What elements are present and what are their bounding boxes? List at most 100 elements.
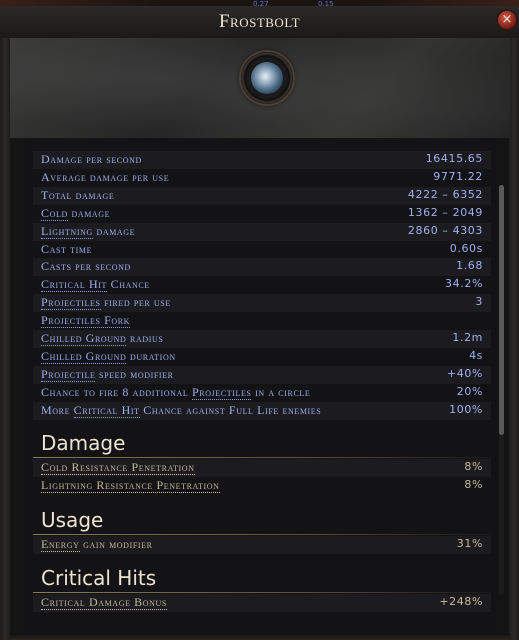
stat-label: Total damage xyxy=(41,188,114,203)
stat-label-text: Damage per second xyxy=(41,152,142,166)
stat-label-text: damage xyxy=(67,205,111,220)
keyword-link[interactable]: Chilled Ground xyxy=(41,348,127,364)
scrollbar[interactable] xyxy=(499,185,504,595)
stat-row: Casts per second 1.68 xyxy=(33,258,491,277)
stat-value: 1.2m xyxy=(452,331,483,344)
close-button[interactable]: × xyxy=(496,9,518,31)
keyword-link[interactable]: Lightning xyxy=(41,223,93,239)
stat-label-text: Chance to fire 8 additional xyxy=(41,384,192,399)
stat-label-text: Casts per second xyxy=(41,259,131,274)
stat-label: Lightning Resistance Penetration xyxy=(41,478,220,493)
keyword-link[interactable]: Projectiles Fork xyxy=(41,313,131,329)
stat-label-text: Cast time xyxy=(41,241,93,256)
stat-value: 8% xyxy=(464,460,483,473)
stat-row: Projectiles Fork xyxy=(33,312,491,330)
stat-label: Chance to fire 8 additional Projectiles … xyxy=(41,384,311,400)
stat-label-text: in a circle xyxy=(251,384,311,399)
stat-row: Damage per second 16415.65 xyxy=(33,151,491,169)
stat-value: +40% xyxy=(446,366,483,380)
stat-value: 4s xyxy=(469,348,483,362)
keyword-link[interactable]: Critical Hit xyxy=(73,402,140,418)
section-heading: Critical Hits xyxy=(41,566,157,590)
modifier-row: Cold Resistance Penetration 8% xyxy=(33,459,491,477)
stat-label-text: speed modifier xyxy=(95,366,174,381)
keyword-link[interactable]: Projectile xyxy=(41,366,96,382)
stat-label-text: damage xyxy=(92,223,136,238)
stat-label: Lightning damage xyxy=(41,223,136,239)
stat-label: Energy gain modifier xyxy=(41,537,153,552)
frostbolt-icon xyxy=(251,62,283,94)
frame-left xyxy=(0,38,10,640)
stat-label-text: Chance xyxy=(106,277,150,292)
keyword-link[interactable]: Critical Damage Bonus xyxy=(41,595,167,610)
stat-value: 2860 – 4303 xyxy=(407,223,483,237)
stat-row: Cast time 0.60s xyxy=(33,241,491,259)
stat-row: Projectile speed modifier +40% xyxy=(33,365,491,384)
keyword-link[interactable]: Lightning Resistance Penetration xyxy=(41,478,220,493)
stat-row: Cold damage 1362 – 2049 xyxy=(33,205,491,223)
modifier-row: Lightning Resistance Penetration 8% xyxy=(33,477,491,495)
skill-icon-frame xyxy=(241,52,293,104)
stat-label-text: duration xyxy=(126,348,176,363)
stat-label: Projectiles fired per use xyxy=(41,295,171,311)
stat-label-text: Total damage xyxy=(41,187,115,202)
stat-value: 4222 – 6352 xyxy=(407,187,483,201)
stat-row: Chance to fire 8 additional Projectiles … xyxy=(33,384,491,402)
stat-value: 100% xyxy=(449,402,483,416)
stat-value: 3 xyxy=(475,295,483,309)
stat-label: Cast time xyxy=(41,242,92,257)
skill-title: Frostbolt xyxy=(218,11,301,32)
stat-row: Lightning damage 2860 – 4303 xyxy=(33,222,491,241)
stat-label: Casts per second xyxy=(41,259,131,274)
stat-value: +248% xyxy=(439,595,483,608)
section-divider xyxy=(33,457,491,458)
stat-row: Total damage 4222 – 6352 xyxy=(33,186,491,205)
section-divider xyxy=(33,592,491,593)
stat-value: 8% xyxy=(464,478,483,491)
section-divider xyxy=(33,534,491,535)
stat-label: Projectiles Fork xyxy=(41,313,131,329)
section-heading: Usage xyxy=(41,508,104,532)
keyword-link[interactable]: Chilled Ground xyxy=(41,331,127,346)
keyword-link[interactable]: Energy xyxy=(41,537,80,552)
stat-label: Chilled Ground duration xyxy=(41,348,176,364)
stat-label: Cold damage xyxy=(41,205,111,221)
stat-label-text: gain modifier xyxy=(79,537,153,551)
stat-value: 9771.22 xyxy=(433,169,483,183)
stat-label: Cold Resistance Penetration xyxy=(41,460,195,475)
keyword-link[interactable]: Projectiles xyxy=(41,295,101,311)
stat-label: Damage per second xyxy=(41,152,142,167)
stat-label-text: fired per use xyxy=(100,295,171,310)
scrollbar-thumb[interactable] xyxy=(499,185,504,435)
keyword-link[interactable]: Critical Hit xyxy=(41,277,107,293)
frame-right xyxy=(509,38,519,640)
stat-row: Chilled Ground duration 4s xyxy=(33,348,491,366)
modifier-row: Energy gain modifier 31% xyxy=(33,536,491,554)
stat-value: 34.2% xyxy=(445,277,483,291)
stat-label: Average damage per use xyxy=(41,170,169,185)
keyword-link[interactable]: Projectiles xyxy=(191,384,252,400)
stat-label: Critical Damage Bonus xyxy=(41,595,167,610)
stat-value: 31% xyxy=(456,537,483,550)
stat-label-text: radius xyxy=(126,331,164,345)
section-heading: Damage xyxy=(41,431,126,455)
stat-row: More Critical Hit Chance against Full Li… xyxy=(33,401,491,420)
keyword-link[interactable]: Cold Resistance Penetration xyxy=(41,460,195,475)
keyword-link[interactable]: Cold xyxy=(41,205,68,221)
stat-row: Projectiles fired per use 3 xyxy=(33,294,491,313)
tooltip-header: Frostbolt xyxy=(0,6,519,39)
stat-value: 0.60s xyxy=(449,241,483,255)
modifier-row: Critical Damage Bonus +248% xyxy=(33,594,491,612)
stat-label-text: Average damage per use xyxy=(41,169,170,184)
frame-bottom xyxy=(10,633,510,640)
stat-value: 16415.65 xyxy=(425,152,483,165)
stat-row: Chilled Ground radius 1.2m xyxy=(33,330,491,348)
stat-label-text: Chance against Full Life enemies xyxy=(139,402,322,417)
stat-label: Critical Hit Chance xyxy=(41,277,150,293)
stat-label: More Critical Hit Chance against Full Li… xyxy=(41,402,322,418)
stat-row: Critical Hit Chance 34.2% xyxy=(33,276,491,294)
stat-value: 1362 – 2049 xyxy=(407,205,483,219)
stat-row: Average damage per use 9771.22 xyxy=(33,169,491,187)
stat-label-text: More xyxy=(41,402,74,417)
stat-label: Projectile speed modifier xyxy=(41,366,174,382)
